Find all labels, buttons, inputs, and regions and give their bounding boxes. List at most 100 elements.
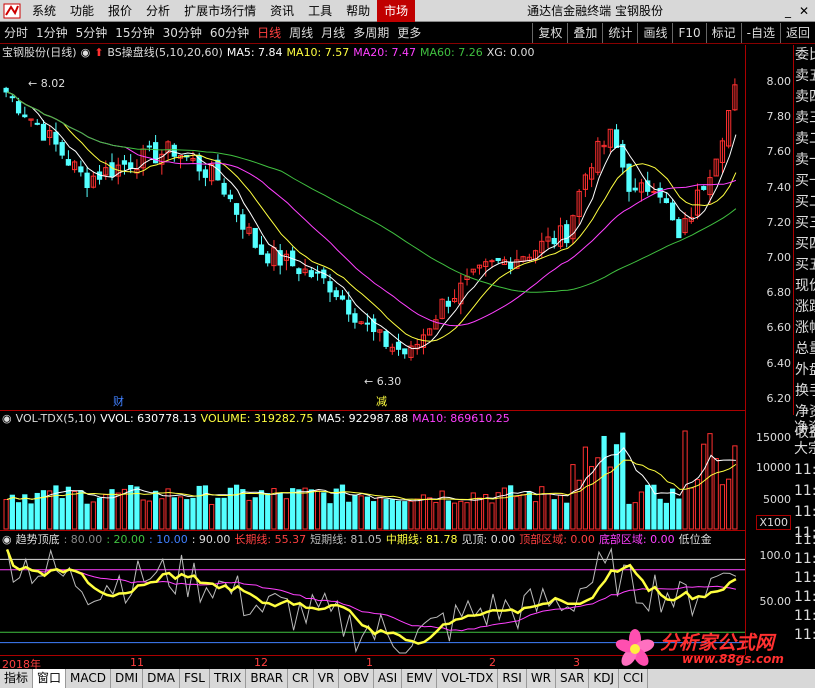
side-item-10: 买五 <box>795 257 815 273</box>
candle-body <box>445 300 451 307</box>
menu-help[interactable]: 帮助 <box>339 0 377 22</box>
trend-side-3: 11: <box>794 589 815 605</box>
marker-jian: 减 <box>376 395 387 408</box>
volume-bar <box>190 497 196 530</box>
indicator-tab-8[interactable]: CR <box>288 669 314 688</box>
volume-tick-2: 5000 <box>763 493 791 506</box>
toolbar-button-7[interactable]: 返回 <box>779 22 815 43</box>
volume-chart[interactable] <box>0 411 745 531</box>
candle-body <box>564 224 570 244</box>
indicator-tab-14[interactable]: RSI <box>498 669 527 688</box>
indicator-tab-1[interactable]: 窗口 <box>33 669 67 688</box>
side-item2-4: 11: <box>794 504 815 520</box>
menu-tools[interactable]: 工具 <box>301 0 339 22</box>
timeframe-5[interactable]: 60分钟 <box>206 22 253 44</box>
indicator-tab-0[interactable]: 指标 <box>0 669 34 688</box>
candle-body <box>489 260 495 263</box>
timeframe-6[interactable]: 日线 <box>253 22 285 44</box>
indicator-tab-11[interactable]: ASI <box>374 669 403 688</box>
volume-bar <box>177 496 184 530</box>
candle-body <box>240 214 246 230</box>
toolbar-button-0[interactable]: 复权 <box>532 22 567 43</box>
kline-chart[interactable]: ← 8.02 ← 6.30 财 减 <box>0 45 745 411</box>
indicator-tab-16[interactable]: SAR <box>556 669 590 688</box>
menu-system[interactable]: 系统 <box>25 0 63 22</box>
volume-bar <box>159 498 165 530</box>
volume-bar <box>389 499 395 530</box>
trend-tick-1: 50.00 <box>759 595 792 608</box>
menu-analysis[interactable]: 分析 <box>139 0 177 22</box>
volume-bar <box>346 501 352 530</box>
indicator-tab-18[interactable]: CCI <box>619 669 649 688</box>
indicator-tab-7[interactable]: BRAR <box>246 669 289 688</box>
candle-body <box>78 166 84 173</box>
candle-body <box>221 182 227 195</box>
indicator-tab-4[interactable]: DMA <box>143 669 180 688</box>
menu-quote[interactable]: 报价 <box>101 0 139 22</box>
indicator-tab-17[interactable]: KDJ <box>589 669 620 688</box>
volume-bar <box>215 497 221 530</box>
indicator-tab-9[interactable]: VR <box>314 669 340 688</box>
date-label-1: 11 <box>130 656 144 669</box>
timeframe-2[interactable]: 5分钟 <box>72 22 112 44</box>
price-tick-4: 7.20 <box>766 215 792 229</box>
indicator-tab-12[interactable]: EMV <box>402 669 438 688</box>
menu-function[interactable]: 功能 <box>63 0 101 22</box>
volume-bar <box>321 492 327 530</box>
date-label-3: 1 <box>366 656 373 669</box>
toolbar-button-4[interactable]: F10 <box>672 22 705 43</box>
volume-bar <box>395 500 402 530</box>
volume-bar <box>539 486 545 530</box>
volume-bar <box>526 491 532 530</box>
timeframe-7[interactable]: 周线 <box>285 22 317 44</box>
timeframe-1[interactable]: 1分钟 <box>32 22 72 44</box>
timeframe-9[interactable]: 多周期 <box>349 22 393 44</box>
price-tick-6: 6.80 <box>766 286 792 300</box>
volume-bar <box>196 485 202 530</box>
indicator-tab-5[interactable]: FSL <box>180 669 210 688</box>
volume-bar <box>377 496 383 530</box>
indicator-tab-3[interactable]: DMI <box>111 669 144 688</box>
toolbar-button-5[interactable]: 标记 <box>705 22 741 43</box>
timeframe-10[interactable]: 更多 <box>393 22 425 44</box>
toolbar-button-6[interactable]: -自选 <box>740 22 780 43</box>
candle-body <box>3 87 9 93</box>
indicator-tab-13[interactable]: VOL-TDX <box>437 669 499 688</box>
candle-body <box>613 129 620 148</box>
indicator-tab-10[interactable]: OBV <box>339 669 374 688</box>
price-axis: 8.00 7.80 7.60 7.40 7.20 7.00 6.80 6.60 6.40 6.20 <box>745 45 793 411</box>
side-item-8: 买三 <box>795 215 815 231</box>
period-toolbar: 分时 1分钟 5分钟 15分钟 30分钟 60分钟 日线 周线 月线 多周期 更多 复权 叠加 统计 画线 F… <box>0 22 815 44</box>
volume-bar <box>613 444 620 530</box>
menu-extended-market[interactable]: 扩展市场行情 <box>177 0 263 22</box>
timeframe-4[interactable]: 30分钟 <box>159 22 206 44</box>
close-icon[interactable]: ✕ <box>799 4 809 18</box>
volume-bar <box>464 502 470 530</box>
indicator-tab-2[interactable]: MACD <box>66 669 112 688</box>
toolbar-button-1[interactable]: 叠加 <box>567 22 602 43</box>
candle-body <box>508 261 514 270</box>
volume-bar <box>140 499 146 530</box>
candle-body <box>402 348 408 355</box>
volume-bar <box>514 496 520 530</box>
timeframe-8[interactable]: 月线 <box>317 22 349 44</box>
volume-bar <box>314 490 321 530</box>
timeframe-0[interactable]: 分时 <box>0 22 32 44</box>
minimize-icon[interactable]: _ <box>785 4 791 18</box>
indicator-tab-15[interactable]: WR <box>527 669 557 688</box>
volume-bar <box>707 433 713 530</box>
side-item-14: 总量 <box>795 341 815 357</box>
toolbar-button-2[interactable]: 统计 <box>602 22 637 43</box>
volume-bar <box>165 488 171 530</box>
timeframe-3[interactable]: 15分钟 <box>111 22 158 44</box>
menu-market-tab[interactable]: 市场 <box>377 0 416 22</box>
candle-body <box>128 162 134 169</box>
volume-bar <box>109 489 115 530</box>
kline-panel[interactable]: 宝钢股份(日线) ◉ ⬆ BS操盘线(5,10,20,60) MA5: 7.84… <box>0 45 745 411</box>
menu-news[interactable]: 资讯 <box>263 0 301 22</box>
volume-panel[interactable]: ◉ VOL-TDX(5,10) VVOL: 630778.13 VOLUME: … <box>0 411 745 531</box>
toolbar-button-3[interactable]: 画线 <box>637 22 672 43</box>
indicator-tab-6[interactable]: TRIX <box>210 669 247 688</box>
volume-bar <box>645 484 651 530</box>
price-tick-0: 8.00 <box>766 75 792 88</box>
